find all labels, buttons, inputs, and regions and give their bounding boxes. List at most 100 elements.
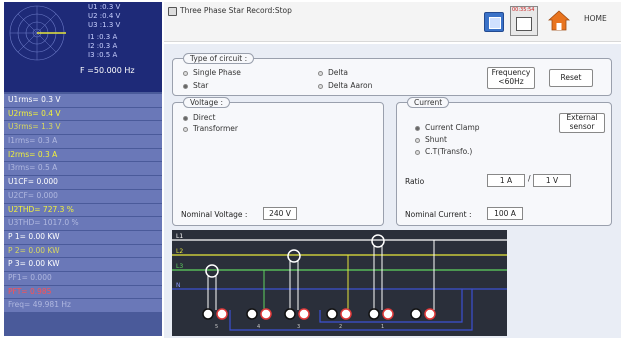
frequency-button-value: <60Hz	[498, 77, 524, 86]
measurement-item: P 1= 0.00 KW	[4, 230, 162, 244]
home-icon[interactable]	[548, 10, 570, 32]
radio-label: Delta Aaron	[328, 81, 373, 90]
radio-label: Star	[193, 81, 209, 90]
radio-shunt[interactable]: Shunt	[415, 135, 447, 144]
nominal-voltage-label: Nominal Voltage :	[181, 210, 248, 219]
scope-u3: U3 :1.3 V	[88, 21, 121, 29]
measurement-sidebar: U1 :0.3 V U2 :0.4 V U3 :1.3 V I1 :0.3 A …	[4, 2, 162, 336]
radio-label: Direct	[193, 113, 216, 122]
radio-dot	[318, 83, 323, 89]
measurement-item: I1rms= 0.3 A	[4, 135, 162, 148]
terminal-red	[340, 308, 352, 320]
clock-button[interactable]: 00:35:54	[510, 6, 538, 36]
radio-dot	[415, 125, 420, 131]
header-bar: Three Phase Star Record:Stop 00:35:54 HO…	[164, 2, 621, 42]
radio-direct[interactable]: Direct	[183, 113, 215, 122]
terminal-black	[410, 308, 422, 320]
home-label[interactable]: HOME	[584, 14, 607, 23]
measurement-item: PF1= 0.000	[4, 271, 162, 285]
measurement-item: U3THD= 1017.0 %	[4, 217, 162, 230]
scope-i2: I2 :0.3 A	[88, 42, 118, 50]
ratio-primary-field[interactable]: 1 A	[487, 174, 525, 187]
measurement-item: I3rms= 0.5 A	[4, 162, 162, 176]
terminal-number: 3	[297, 324, 300, 330]
clamp-icon	[205, 264, 219, 278]
radio-current-clamp[interactable]: Current Clamp	[415, 123, 480, 132]
radio-dot	[415, 149, 420, 155]
record-icon	[168, 7, 177, 16]
radio-label: Delta	[328, 68, 349, 77]
measurement-list: U1rms= 0.3 V U2rms= 0.4 V U3rms= 1.3 V I1rm…	[4, 94, 162, 313]
measurement-item: U2THD= 727.3 %	[4, 203, 162, 217]
current-legend: Current	[407, 97, 450, 108]
terminal-strip	[202, 308, 436, 320]
terminal-black	[284, 308, 296, 320]
label-l3: L3	[176, 263, 183, 270]
radio-dot	[183, 83, 188, 89]
ratio-secondary-field[interactable]: 1 V	[533, 174, 571, 187]
measurement-item: U1rms= 0.3 V	[4, 94, 162, 107]
terminal-red	[216, 308, 228, 320]
external-sensor-button[interactable]: External sensor	[559, 113, 605, 133]
radio-delta-aaron[interactable]: Delta Aaron	[318, 81, 372, 90]
nominal-current-label: Nominal Current :	[405, 210, 472, 219]
ratio-separator: /	[528, 174, 531, 183]
frequency-button[interactable]: Frequency <60Hz	[487, 67, 535, 89]
scope-i3: I3 :0.5 A	[88, 51, 118, 59]
radio-star[interactable]: Star	[183, 81, 208, 90]
radio-single-phase[interactable]: Single Phase	[183, 68, 241, 77]
terminal-number: 2	[339, 324, 342, 330]
phasor-scope: U1 :0.3 V U2 :0.4 V U3 :1.3 V I1 :0.3 A …	[4, 2, 162, 92]
main-panel: Type of circuit : Single Phase Delta Sta…	[164, 44, 621, 338]
radio-ct-transfo[interactable]: C.T(Transfo.)	[415, 147, 472, 156]
scope-i1: I1 :0.3 A	[88, 33, 118, 41]
terminal-black	[368, 308, 380, 320]
screen-title: Three Phase Star Record:Stop	[180, 6, 292, 15]
label-l1: L1	[176, 233, 183, 240]
save-button[interactable]	[484, 12, 504, 32]
radio-label: Single Phase	[193, 68, 241, 77]
measurement-item: U1CF= 0.000	[4, 176, 162, 189]
clamp-icon	[371, 234, 385, 248]
measurement-item: P 2= 0.00 KW	[4, 244, 162, 258]
nominal-voltage-field[interactable]: 240 V	[263, 207, 297, 220]
measurement-item: U3rms= 1.3 V	[4, 121, 162, 135]
radio-transformer[interactable]: Transformer	[183, 124, 238, 133]
external-sensor-label-2: sensor	[569, 122, 595, 131]
radio-dot	[183, 126, 188, 132]
terminal-number: 1	[381, 324, 384, 330]
clock-time: 00:35:54	[512, 7, 535, 13]
measurement-item: U2CF= 0.000	[4, 189, 162, 203]
wiring-diagram-svg: L1 L2 L3 N 5 4 3 2 1	[172, 233, 507, 331]
radio-dot	[183, 115, 188, 121]
terminal-red	[260, 308, 272, 320]
frequency-readout: F =50.000 Hz	[80, 66, 135, 75]
terminal-red	[382, 308, 394, 320]
radio-label: Shunt	[425, 135, 447, 144]
measurement-item: Freq= 49.981 Hz	[4, 299, 162, 312]
measurement-item: I2rms= 0.3 A	[4, 148, 162, 162]
label-l2: L2	[176, 248, 183, 255]
measurement-item: U2rms= 0.4 V	[4, 107, 162, 121]
terminal-number: 5	[215, 324, 218, 330]
phasor-diagram	[9, 5, 66, 61]
terminal-black	[202, 308, 214, 320]
label-neutral: N	[176, 282, 181, 289]
radio-label: C.T(Transfo.)	[425, 147, 473, 156]
reset-button[interactable]: Reset	[549, 69, 593, 87]
terminal-red	[298, 308, 310, 320]
terminal-black	[326, 308, 338, 320]
voltage-group: Voltage : Direct Transformer Nominal Vol…	[172, 97, 384, 226]
radio-delta[interactable]: Delta	[318, 68, 348, 77]
wiring-diagram: L1 L2 L3 N 5 4 3 2 1	[172, 230, 507, 336]
radio-label: Transformer	[193, 124, 239, 133]
measurement-item: P 3= 0.00 KW	[4, 258, 162, 271]
radio-label: Current Clamp	[425, 123, 480, 132]
scope-u2: U2 :0.4 V	[88, 12, 121, 20]
terminal-number: 4	[257, 324, 260, 330]
voltage-legend: Voltage :	[183, 97, 231, 108]
circuit-type-legend: Type of circuit :	[183, 53, 255, 64]
nominal-current-field[interactable]: 100 A	[487, 207, 523, 220]
terminal-black	[246, 308, 258, 320]
measurement-item: PFT= 0.985	[4, 285, 162, 299]
